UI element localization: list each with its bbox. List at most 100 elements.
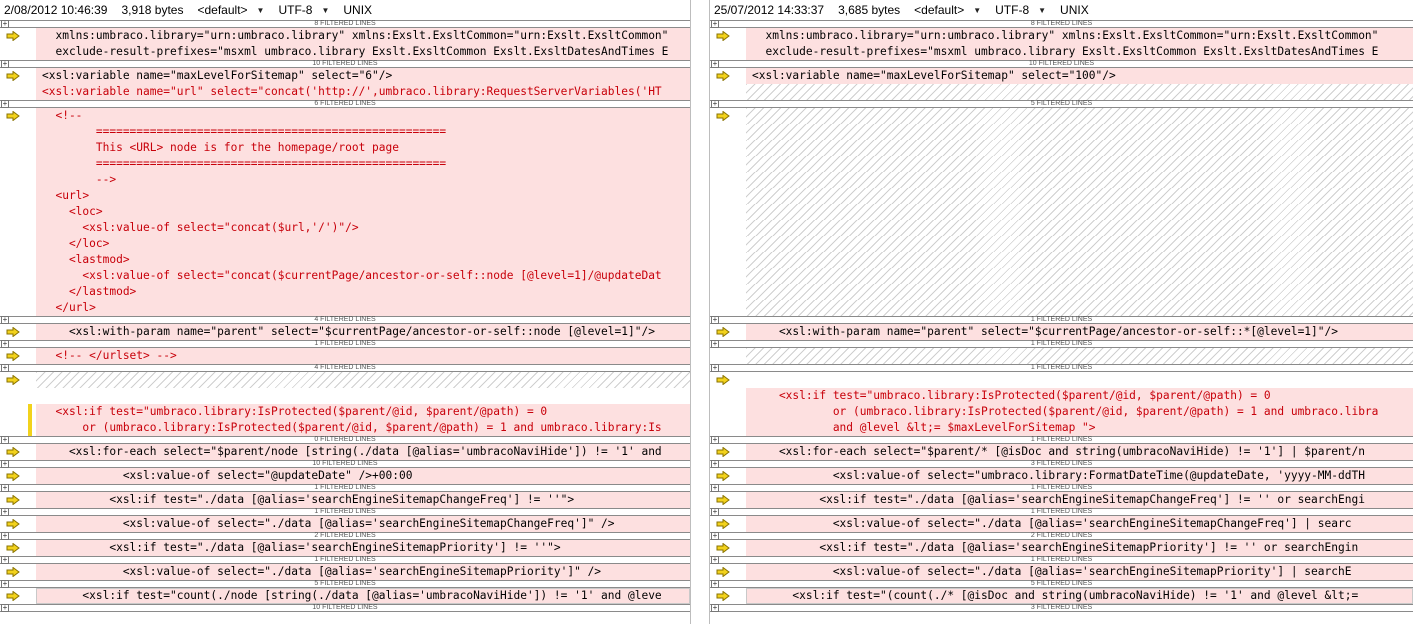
diff-line[interactable]: <xsl:variable name="url" select="concat(… — [0, 84, 690, 100]
diff-line[interactable]: <xsl:if test="./data [@alias='searchEngi… — [0, 492, 690, 508]
copy-arrow-icon[interactable] — [716, 30, 730, 44]
diff-line[interactable] — [710, 204, 1413, 220]
diff-line[interactable] — [710, 220, 1413, 236]
diff-line[interactable] — [710, 252, 1413, 268]
diff-line[interactable]: <xsl:if test="./data [@alias='searchEngi… — [0, 540, 690, 556]
filtered-lines-separator[interactable]: +5 FILTERED LINES — [710, 100, 1413, 108]
diff-line[interactable]: <xsl:for-each select="$parent/node [stri… — [0, 444, 690, 460]
diff-line[interactable]: <loc> — [0, 204, 690, 220]
copy-arrow-icon[interactable] — [716, 70, 730, 84]
filtered-lines-separator[interactable]: +10 FILTERED LINES — [0, 604, 690, 612]
filtered-lines-separator[interactable]: +10 FILTERED LINES — [0, 460, 690, 468]
diff-line[interactable]: <xsl:if test="umbraco.library:IsProtecte… — [710, 388, 1413, 404]
filtered-lines-separator[interactable]: +8 FILTERED LINES — [0, 20, 690, 28]
diff-line[interactable]: <!-- </urlset> --> — [0, 348, 690, 364]
diff-line[interactable]: <xsl:value-of select="./data [@alias='se… — [710, 564, 1413, 580]
diff-line[interactable]: <!-- — [0, 108, 690, 124]
diff-line[interactable]: <xsl:if test="(count(./* [@isDoc and str… — [710, 588, 1413, 604]
filtered-lines-separator[interactable]: +1 FILTERED LINES — [710, 508, 1413, 516]
copy-arrow-icon[interactable] — [716, 110, 730, 124]
diff-line[interactable]: <url> — [0, 188, 690, 204]
filtered-lines-separator[interactable]: +1 FILTERED LINES — [710, 436, 1413, 444]
diff-line[interactable]: <lastmod> — [0, 252, 690, 268]
filtered-lines-separator[interactable]: +10 FILTERED LINES — [710, 60, 1413, 68]
filtered-lines-separator[interactable]: +1 FILTERED LINES — [710, 316, 1413, 324]
pane-splitter[interactable] — [690, 0, 710, 624]
right-pane[interactable]: 25/07/2012 14:33:37 3,685 bytes <default… — [710, 0, 1413, 624]
filtered-lines-separator[interactable]: +4 FILTERED LINES — [0, 364, 690, 372]
diff-line[interactable]: --> — [0, 172, 690, 188]
diff-line[interactable]: and @level &lt;= $maxLevelForSitemap "> — [710, 420, 1413, 436]
diff-line[interactable]: xmlns:umbraco.library="urn:umbraco.libra… — [0, 28, 690, 44]
diff-line[interactable]: or (umbraco.library:IsProtected($parent/… — [0, 420, 690, 436]
diff-line[interactable] — [710, 236, 1413, 252]
filtered-lines-separator[interactable]: +1 FILTERED LINES — [710, 556, 1413, 564]
diff-line[interactable]: <xsl:value-of select="@updateDate" />+00… — [0, 468, 690, 484]
copy-arrow-icon[interactable] — [6, 30, 20, 44]
filtered-lines-separator[interactable]: +1 FILTERED LINES — [0, 340, 690, 348]
filtered-lines-separator[interactable]: +1 FILTERED LINES — [0, 484, 690, 492]
diff-line[interactable]: <xsl:value-of select="umbraco.library:Fo… — [710, 468, 1413, 484]
diff-line[interactable]: </loc> — [0, 236, 690, 252]
filtered-lines-separator[interactable]: +2 FILTERED LINES — [0, 532, 690, 540]
filtered-lines-separator[interactable]: +10 FILTERED LINES — [0, 60, 690, 68]
diff-line[interactable] — [710, 348, 1413, 364]
right-encoding-dropdown[interactable]: UTF-8 ▼ — [995, 3, 1046, 17]
diff-line[interactable] — [710, 188, 1413, 204]
diff-line[interactable] — [0, 372, 690, 388]
diff-line[interactable]: ========================================… — [0, 156, 690, 172]
left-pane[interactable]: 2/08/2012 10:46:39 3,918 bytes <default>… — [0, 0, 690, 624]
filtered-lines-separator[interactable]: +1 FILTERED LINES — [710, 364, 1413, 372]
left-encoding-dropdown[interactable]: UTF-8 ▼ — [278, 3, 329, 17]
diff-line[interactable]: <xsl:value-of select="./data [@alias='se… — [0, 516, 690, 532]
filtered-lines-separator[interactable]: +3 FILTERED LINES — [710, 604, 1413, 612]
diff-line[interactable]: <xsl:if test="./data [@alias='searchEngi… — [710, 492, 1413, 508]
diff-line[interactable]: <xsl:value-of select="./data [@alias='se… — [0, 564, 690, 580]
diff-line[interactable] — [710, 140, 1413, 156]
copy-arrow-icon[interactable] — [716, 374, 730, 388]
diff-line[interactable]: exclude-result-prefixes="msxml umbraco.l… — [710, 44, 1413, 60]
diff-line[interactable]: <xsl:value-of select="./data [@alias='se… — [710, 516, 1413, 532]
diff-line[interactable]: <xsl:value-of select="concat($url,'/')"/… — [0, 220, 690, 236]
filtered-lines-separator[interactable]: +1 FILTERED LINES — [0, 556, 690, 564]
filtered-lines-separator[interactable]: +5 FILTERED LINES — [710, 580, 1413, 588]
filtered-lines-separator[interactable]: +6 FILTERED LINES — [0, 100, 690, 108]
filtered-lines-separator[interactable]: +0 FILTERED LINES — [0, 436, 690, 444]
filtered-lines-separator[interactable]: +2 FILTERED LINES — [710, 532, 1413, 540]
left-line-ending[interactable]: UNIX — [343, 3, 372, 17]
diff-line[interactable] — [710, 268, 1413, 284]
right-profile-dropdown[interactable]: <default> ▼ — [914, 3, 981, 17]
copy-arrow-icon[interactable] — [6, 374, 20, 388]
diff-line[interactable] — [710, 284, 1413, 300]
right-line-ending[interactable]: UNIX — [1060, 3, 1089, 17]
diff-line[interactable]: <xsl:variable name="maxLevelForSitemap" … — [710, 68, 1413, 84]
copy-arrow-icon[interactable] — [6, 110, 20, 124]
diff-line[interactable] — [710, 108, 1413, 124]
diff-line[interactable] — [710, 156, 1413, 172]
diff-line[interactable]: <xsl:if test="count(./node [string(./dat… — [0, 588, 690, 604]
filtered-lines-separator[interactable]: +3 FILTERED LINES — [710, 460, 1413, 468]
copy-arrow-icon[interactable] — [6, 70, 20, 84]
diff-line[interactable]: xmlns:umbraco.library="urn:umbraco.libra… — [710, 28, 1413, 44]
diff-line[interactable]: <xsl:with-param name="parent" select="$c… — [0, 324, 690, 340]
diff-line[interactable] — [710, 84, 1413, 100]
diff-line[interactable]: </url> — [0, 300, 690, 316]
diff-line[interactable] — [710, 172, 1413, 188]
diff-line[interactable]: </lastmod> — [0, 284, 690, 300]
diff-line[interactable]: <xsl:with-param name="parent" select="$c… — [710, 324, 1413, 340]
diff-line[interactable]: <xsl:value-of select="concat($currentPag… — [0, 268, 690, 284]
diff-line[interactable]: exclude-result-prefixes="msxml umbraco.l… — [0, 44, 690, 60]
diff-line[interactable] — [710, 300, 1413, 316]
diff-line[interactable] — [710, 372, 1413, 388]
filtered-lines-separator[interactable]: +1 FILTERED LINES — [710, 340, 1413, 348]
diff-line[interactable]: <xsl:for-each select="$parent/* [@isDoc … — [710, 444, 1413, 460]
left-profile-dropdown[interactable]: <default> ▼ — [197, 3, 264, 17]
filtered-lines-separator[interactable]: +4 FILTERED LINES — [0, 316, 690, 324]
diff-line[interactable] — [710, 124, 1413, 140]
diff-line[interactable] — [0, 388, 690, 404]
diff-line[interactable]: ========================================… — [0, 124, 690, 140]
filtered-lines-separator[interactable]: +1 FILTERED LINES — [0, 508, 690, 516]
diff-line[interactable]: or (umbraco.library:IsProtected($parent/… — [710, 404, 1413, 420]
filtered-lines-separator[interactable]: +1 FILTERED LINES — [710, 484, 1413, 492]
diff-line[interactable]: <xsl:if test="umbraco.library:IsProtecte… — [0, 404, 690, 420]
